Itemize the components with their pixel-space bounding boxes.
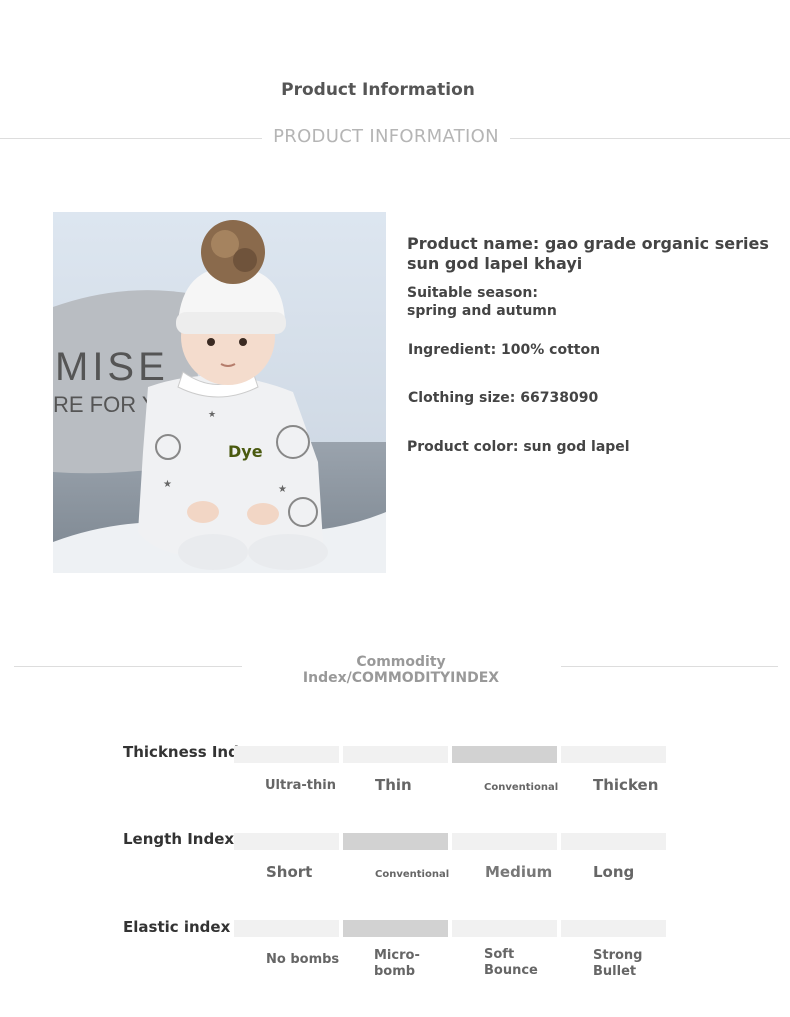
divider-left-2 (14, 666, 242, 667)
thickness-bar-4 (561, 746, 666, 763)
elastic-option-soft-bounce: Soft Bounce (484, 947, 538, 978)
length-option-conventional: Conventional (375, 869, 450, 880)
elastic-option-micro-bomb: Micro- bomb (374, 948, 420, 979)
length-bar-2 (343, 833, 448, 850)
pillow-text-1: MISE (55, 345, 169, 389)
divider-right-2 (561, 666, 778, 667)
length-option-long: Long (593, 863, 635, 881)
svg-text:★: ★ (278, 484, 287, 495)
season-label: Suitable season: (407, 285, 538, 301)
elastic-bar-3 (452, 920, 557, 937)
season-value: spring and autumn (407, 303, 557, 319)
thickness-option-ultra-thin: Ultra-thin (265, 778, 336, 793)
thickness-option-thin: Thin (375, 776, 412, 794)
thickness-bar-2 (343, 746, 448, 763)
thickness-option-conventional: Conventional (484, 782, 559, 793)
product-name: Product name: gao grade organic series s… (407, 234, 769, 273)
thickness-bar-3 (452, 746, 557, 763)
page-title: Product Information (281, 80, 475, 100)
svg-text:★: ★ (208, 410, 216, 420)
length-option-medium: Medium (485, 863, 553, 881)
dye-label: Dye (228, 442, 263, 461)
length-bar-1 (234, 833, 339, 850)
divider-left (0, 138, 262, 139)
length-bar-3 (452, 833, 557, 850)
commodity-heading: Commodity Index/COMMODITYINDEX (257, 654, 545, 686)
thickness-option-thicken: Thicken (593, 776, 659, 794)
length-index-label: Length Index (123, 830, 235, 848)
product-photo: MISE RE FOR YOU ★ ★ ★ Dye (53, 212, 386, 573)
elastic-option-strong-bullet: Strong Bullet (593, 948, 643, 979)
divider-right (510, 138, 790, 139)
elastic-bar-2 (343, 920, 448, 937)
elastic-option-no-bombs: No bombs (266, 952, 340, 967)
length-option-short: Short (266, 863, 313, 881)
page-subtitle: PRODUCT INFORMATION (262, 126, 510, 147)
elastic-bar-1 (234, 920, 339, 937)
thickness-bar-1 (234, 746, 339, 763)
elastic-index-label: Elastic index (123, 918, 231, 936)
product-color: Product color: sun god lapel (407, 439, 630, 455)
elastic-bar-4 (561, 920, 666, 937)
ingredient: Ingredient: 100% cotton (408, 342, 601, 358)
clothing-size: Clothing size: 66738090 (408, 390, 599, 406)
length-bar-4 (561, 833, 666, 850)
svg-text:★: ★ (163, 479, 172, 490)
